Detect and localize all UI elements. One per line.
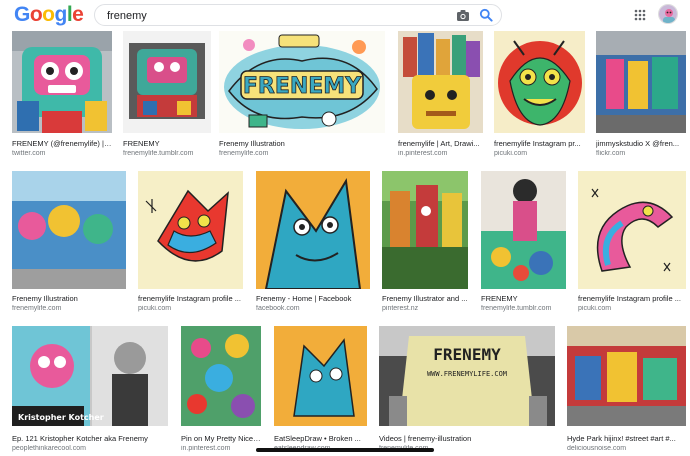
logo-letter: e (72, 3, 84, 26)
result-thumbnail[interactable] (494, 31, 585, 133)
result-title[interactable]: FRENEMY (481, 294, 566, 303)
result-thumbnail[interactable] (567, 326, 686, 426)
result-thumbnail[interactable] (138, 171, 243, 289)
result-title[interactable]: jimmyskstudio X @fren... (596, 139, 686, 148)
portrait-caption: Kristopher Kotcher (18, 413, 104, 422)
result-source[interactable]: picuki.com (578, 305, 686, 312)
result-title[interactable]: EatSleepDraw • Broken ... (274, 434, 367, 443)
home-indicator[interactable] (256, 448, 434, 452)
shirt-lettering: FRENEMY (433, 345, 501, 364)
result-source[interactable]: picuki.com (138, 305, 243, 312)
result-source[interactable]: frenemylife.tumblr.com (123, 150, 211, 157)
image-result[interactable]: FRENEMY frenemylife.tumblr.com (123, 31, 211, 161)
result-source[interactable]: twitter.com (12, 150, 112, 157)
result-thumbnail[interactable]: FRENEMY WWW.FRENEMYLIFE.COM (379, 326, 555, 426)
image-result[interactable]: frenemylife | Art, Drawi... in.pinterest… (398, 31, 483, 161)
result-title[interactable]: FRENEMY (@frenemylife) | ... (12, 139, 112, 148)
banner-lettering: FRENEMY (243, 74, 362, 99)
result-title[interactable]: Ep. 121 Kristopher Kotcher aka Frenemy (12, 434, 168, 443)
result-title[interactable]: frenemylife Instagram profile ... (578, 294, 686, 303)
image-result[interactable]: Pin on My Pretty Nice ... in.pinterest.c… (181, 326, 261, 454)
result-title[interactable]: Frenemy Illustration (219, 139, 385, 148)
result-title[interactable]: Frenemy Illustrator and ... (382, 294, 468, 303)
result-title[interactable]: Frenemy Illustration (12, 294, 126, 303)
logo-letter: o (29, 3, 43, 26)
result-title[interactable]: Pin on My Pretty Nice ... (181, 434, 261, 443)
image-result[interactable]: Hyde Park hijinx! #street #art #... deli… (567, 326, 686, 454)
image-result[interactable]: jimmyskstudio X @fren... flickr.com (596, 31, 686, 161)
result-thumbnail[interactable] (398, 31, 483, 133)
result-thumbnail[interactable]: Kristopher Kotcher (12, 326, 168, 426)
image-result[interactable]: frenemylife Instagram pr... picuki.com (494, 31, 585, 161)
logo-letter: o (42, 3, 55, 26)
image-result[interactable]: Frenemy Illustration frenemylife.com (12, 171, 126, 316)
camera-icon[interactable] (456, 9, 470, 22)
image-result[interactable]: Kristopher Kotcher Ep. 121 Kristopher Ko… (12, 326, 168, 454)
search-icon[interactable] (479, 8, 493, 22)
apps-grid-icon[interactable] (634, 9, 646, 21)
image-result[interactable]: Frenemy - Home | Facebook facebook.com (256, 171, 370, 316)
result-title[interactable]: frenemylife Instagram pr... (494, 139, 585, 148)
result-thumbnail[interactable] (481, 171, 566, 289)
result-source[interactable]: frenemylife.tumblr.com (481, 305, 566, 312)
image-result[interactable]: FRENEMY WWW.FRENEMYLIFE.COM Videos | fre… (379, 326, 555, 454)
result-source[interactable]: flickr.com (596, 150, 686, 157)
result-thumbnail[interactable] (578, 171, 686, 289)
result-title[interactable]: frenemylife Instagram profile ... (138, 294, 243, 303)
result-thumbnail[interactable] (256, 171, 370, 289)
result-title[interactable]: Videos | frenemy-illustration (379, 434, 555, 443)
image-result[interactable]: FRENEMY frenemylife.tumblr.com (481, 171, 566, 316)
result-thumbnail[interactable] (274, 326, 367, 426)
result-thumbnail[interactable] (181, 326, 261, 426)
result-thumbnail[interactable] (12, 31, 112, 133)
result-source[interactable]: peoplethinkarecool.com (12, 445, 168, 452)
image-result[interactable]: FRENEMY (@frenemylife) | ... twitter.com (12, 31, 112, 161)
search-box[interactable] (94, 4, 502, 26)
google-logo[interactable]: Google (14, 3, 84, 27)
result-title[interactable]: Hyde Park hijinx! #street #art #... (567, 434, 686, 443)
result-source[interactable]: facebook.com (256, 305, 370, 312)
image-result[interactable]: Frenemy Illustrator and ... pinterest.nz (382, 171, 468, 316)
shirt-url: WWW.FRENEMYLIFE.COM (427, 370, 507, 378)
result-title[interactable]: Frenemy - Home | Facebook (256, 294, 370, 303)
result-thumbnail[interactable] (382, 171, 468, 289)
result-source[interactable]: frenemylife.com (219, 150, 385, 157)
image-result[interactable]: FRENEMY Frenemy Illustration frenemylife… (219, 31, 385, 161)
result-thumbnail[interactable] (123, 31, 211, 133)
result-title[interactable]: FRENEMY (123, 139, 211, 148)
result-thumbnail[interactable]: FRENEMY (219, 31, 385, 133)
result-source[interactable]: deliciousnoise.com (567, 445, 686, 452)
top-bar: Google (0, 0, 690, 30)
result-title[interactable]: frenemylife | Art, Drawi... (398, 139, 483, 148)
result-thumbnail[interactable] (596, 31, 686, 133)
image-result[interactable]: EatSleepDraw • Broken ... eatsleepdraw.c… (274, 326, 367, 454)
image-result[interactable]: frenemylife Instagram profile ... picuki… (578, 171, 686, 316)
image-result[interactable]: frenemylife Instagram profile ... picuki… (138, 171, 243, 316)
result-source[interactable]: in.pinterest.com (398, 150, 483, 157)
account-avatar[interactable] (658, 4, 678, 24)
search-input[interactable] (107, 8, 407, 23)
logo-letter: G (14, 3, 30, 26)
result-source[interactable]: frenemylife.com (12, 305, 126, 312)
result-source[interactable]: in.pinterest.com (181, 445, 261, 452)
result-thumbnail[interactable] (12, 171, 126, 289)
result-source[interactable]: picuki.com (494, 150, 585, 157)
logo-letter: g (54, 3, 68, 26)
result-source[interactable]: pinterest.nz (382, 305, 468, 312)
